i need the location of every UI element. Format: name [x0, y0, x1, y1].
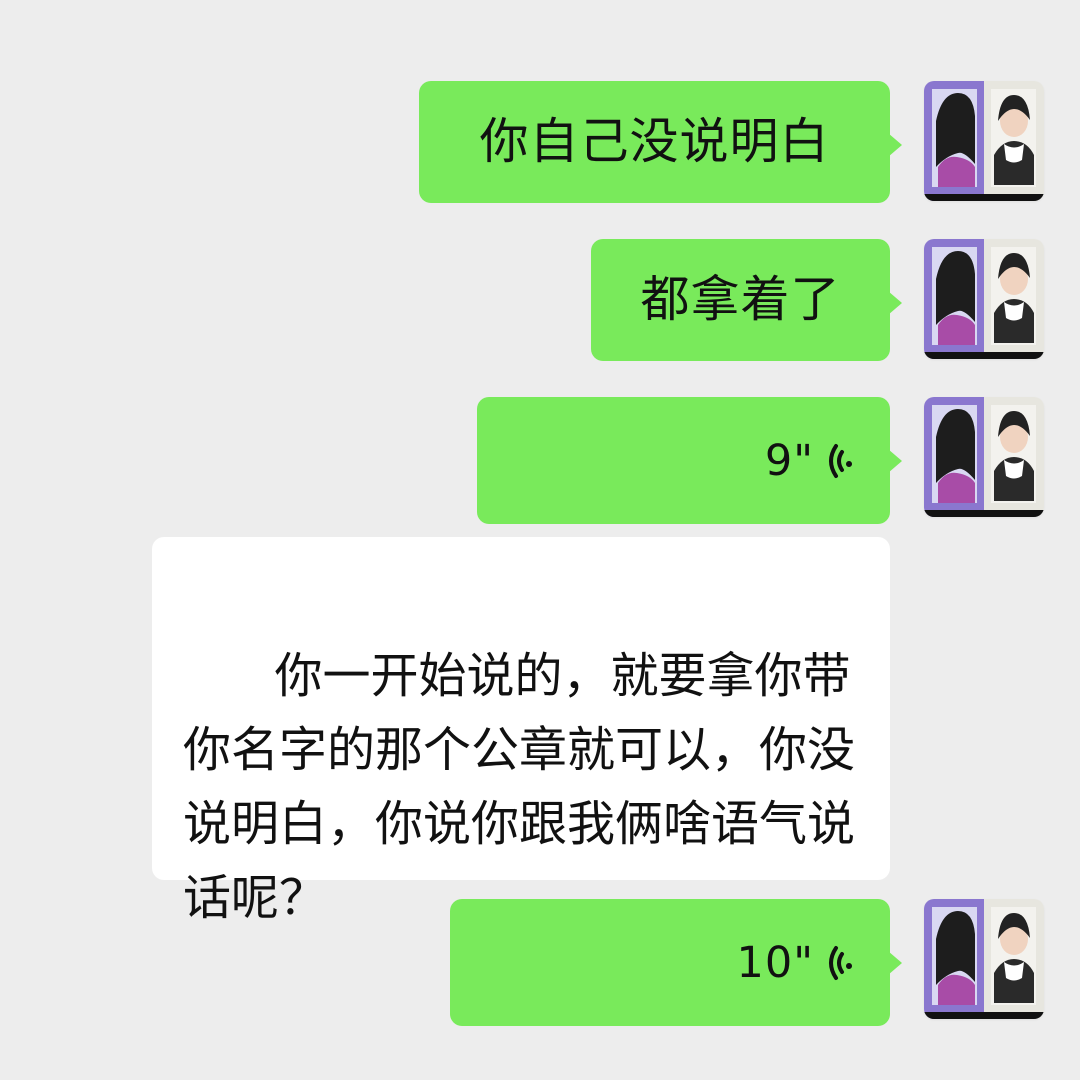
voice-wave-icon	[829, 945, 853, 980]
outgoing-text-bubble[interactable]: 你自己没说明白	[419, 81, 902, 203]
avatar-icon[interactable]	[924, 239, 1044, 359]
outgoing-voice-bubble[interactable]: 10"	[450, 899, 902, 1026]
message-text: 都拿着了	[640, 271, 841, 328]
outgoing-text-bubble[interactable]: 都拿着了	[591, 239, 902, 361]
message-text: 你自己没说明白	[479, 113, 830, 170]
top-fragment	[440, 0, 550, 4]
outgoing-voice-bubble[interactable]: 9"	[477, 397, 902, 524]
avatar-icon[interactable]	[924, 397, 1044, 517]
avatar-icon[interactable]	[924, 899, 1044, 1019]
voice-duration: 10"	[736, 937, 814, 988]
message-text: 你一开始说的，就要拿你带你名字的那个公章就可以，你没说明白，你说你跟我俩啥语气说…	[183, 648, 856, 926]
voice-duration: 9"	[764, 435, 814, 486]
chat-thread: 你自己没说明白 都拿着了 9" 你一开始说的，就要拿你带你名字的那个公章就可以，…	[0, 0, 1080, 1080]
incoming-text-bubble[interactable]: 你一开始说的，就要拿你带你名字的那个公章就可以，你没说明白，你说你跟我俩啥语气说…	[152, 537, 890, 926]
voice-wave-icon	[829, 443, 853, 478]
avatar-icon[interactable]	[924, 81, 1044, 201]
